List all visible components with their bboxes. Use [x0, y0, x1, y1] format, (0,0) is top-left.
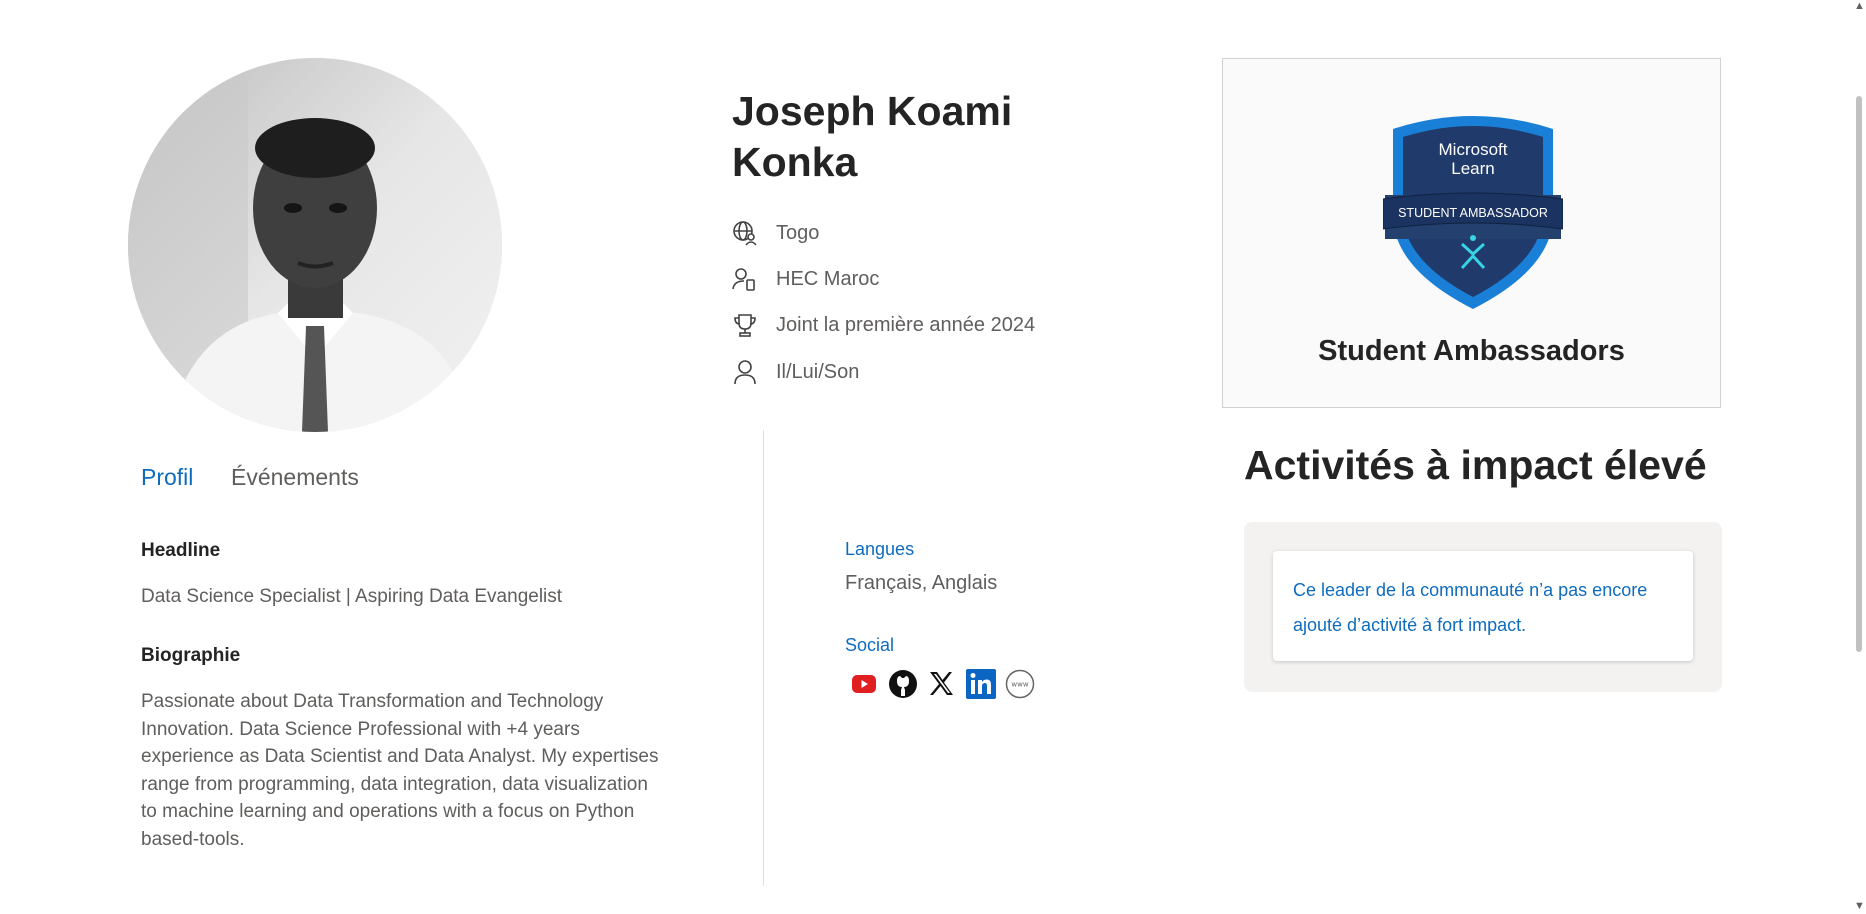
tab-profil[interactable]: Profil: [141, 464, 193, 491]
scroll-thumb[interactable]: [1856, 96, 1862, 652]
meta-joined: Joint la première année 2024: [732, 312, 1035, 338]
meta-school: HEC Maroc: [732, 266, 879, 292]
linkedin-icon[interactable]: [965, 668, 996, 699]
person-icon: [732, 359, 758, 385]
bio-line: Innovation. Data Science Professional wi…: [141, 718, 580, 740]
person-badge-icon: [732, 266, 758, 292]
svg-text:www: www: [1011, 680, 1028, 688]
student-ambassador-badge-card: Microsoft Learn STUDENT AMBASSADOR Stude…: [1222, 58, 1721, 408]
impact-empty-line: ajouté d’activité à fort impact.: [1293, 615, 1527, 635]
trophy-icon: [732, 312, 758, 338]
profile-avatar: [128, 58, 502, 432]
headline-text: Data Science Specialist | Aspiring Data …: [141, 586, 563, 607]
scroll-down-icon[interactable]: ▼: [1854, 900, 1865, 912]
bio-line: experience as Data Scientist and Data An…: [141, 746, 659, 767]
impact-empty-line: Ce leader de la communauté n’a pas encor…: [1293, 580, 1648, 600]
impact-container: Ce leader de la communauté n’a pas encor…: [1244, 522, 1722, 692]
social-label: Social: [845, 635, 895, 655]
bio-label: Biographie: [141, 645, 241, 666]
badge-brand-line2: Learn: [1451, 159, 1494, 178]
bio-line: Passionate about Data Transformation and…: [141, 691, 604, 712]
scroll-up-icon[interactable]: ▲: [1854, 0, 1865, 12]
impact-empty-card: Ce leader de la communauté n’a pas encor…: [1273, 551, 1693, 661]
website-icon[interactable]: www: [1004, 668, 1035, 699]
meta-country: Togo: [732, 220, 819, 246]
bio-text: Passionate about Data Transformation and…: [141, 688, 701, 853]
bio-line: to machine learning and operations with …: [141, 801, 635, 822]
youtube-icon[interactable]: [848, 668, 879, 699]
ambassador-shield-icon: Microsoft Learn STUDENT AMBASSADOR: [1383, 116, 1563, 309]
badge-ribbon-text: STUDENT AMBASSADOR: [1398, 206, 1548, 220]
github-icon[interactable]: [887, 668, 918, 699]
column-divider: [763, 430, 764, 886]
headline-label: Headline: [141, 540, 221, 561]
school-label: HEC Maroc: [776, 267, 880, 290]
social-links: www: [848, 668, 1035, 699]
pronouns-label: Il/Lui/Son: [776, 360, 860, 383]
joined-label: Joint la première année 2024: [776, 313, 1036, 336]
languages-value: Français, Anglais: [845, 572, 998, 594]
bio-line: based-tools.: [141, 828, 245, 850]
bio-line: range from programming, data integration…: [141, 773, 648, 795]
impact-title: Activités à impact élevé: [1244, 442, 1707, 488]
globe-person-icon: [732, 220, 758, 246]
badge-brand-line1: Microsoft: [1439, 140, 1508, 159]
x-icon[interactable]: [926, 668, 957, 699]
languages-label: Langues: [845, 539, 915, 559]
page-scrollbar[interactable]: ▲ ▼: [1852, 0, 1866, 914]
tab-events[interactable]: Événements: [231, 464, 359, 491]
profile-name: Joseph Koami Konka: [732, 88, 1013, 185]
country-label: Togo: [776, 221, 820, 244]
badge-title: Student Ambassadors: [1318, 335, 1625, 367]
meta-pronouns: Il/Lui/Son: [732, 359, 859, 385]
